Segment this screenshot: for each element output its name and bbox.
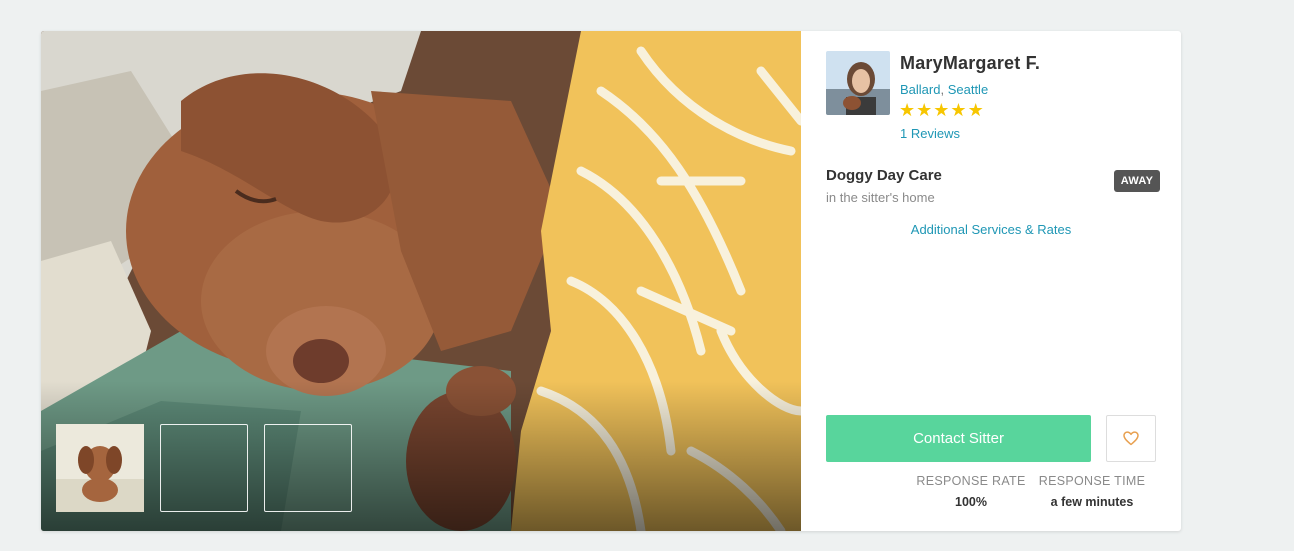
location-separator: , bbox=[940, 82, 948, 97]
contact-sitter-button[interactable]: Contact Sitter bbox=[826, 415, 1091, 462]
status-badge: AWAY bbox=[1114, 170, 1160, 192]
star-icon: ★ bbox=[899, 100, 916, 120]
additional-services-link[interactable]: Additional Services & Rates bbox=[801, 222, 1181, 237]
response-time-stat: RESPONSE TIME a few minutes bbox=[1032, 474, 1152, 509]
heart-outline-icon bbox=[1123, 431, 1139, 446]
star-icon: ★ bbox=[916, 100, 933, 120]
avatar[interactable] bbox=[826, 51, 890, 115]
sitter-avatar-photo bbox=[826, 51, 890, 115]
star-icon: ★ bbox=[967, 100, 984, 120]
service-title: Doggy Day Care bbox=[826, 167, 942, 184]
response-rate-stat: RESPONSE RATE 100% bbox=[911, 474, 1031, 509]
response-rate-label: RESPONSE RATE bbox=[916, 474, 1026, 488]
response-time-label: RESPONSE TIME bbox=[1038, 474, 1146, 488]
response-rate-value: 100% bbox=[955, 495, 987, 509]
thumbnail-dog-on-couch[interactable] bbox=[56, 424, 248, 512]
response-time-value: a few minutes bbox=[1050, 495, 1134, 509]
hero-photo[interactable] bbox=[41, 31, 801, 531]
sitter-card: MaryMargaret F. Ballard, Seattle ★ ★ ★ ★… bbox=[41, 31, 1181, 531]
thumbnail-dog-on-bed[interactable] bbox=[56, 424, 352, 512]
favorite-button[interactable] bbox=[1106, 415, 1156, 462]
rating-stars: ★ ★ ★ ★ ★ bbox=[899, 100, 985, 120]
reviews-link[interactable]: 1 Reviews bbox=[900, 126, 960, 141]
service-subtitle: in the sitter's home bbox=[826, 190, 935, 205]
city-link[interactable]: Seattle bbox=[948, 82, 988, 97]
sitter-name: MaryMargaret F. bbox=[900, 53, 1041, 73]
sitter-info-panel: MaryMargaret F. Ballard, Seattle ★ ★ ★ ★… bbox=[801, 31, 1181, 531]
star-icon: ★ bbox=[933, 100, 950, 120]
sitter-location: Ballard, Seattle bbox=[900, 82, 988, 97]
neighborhood-link[interactable]: Ballard bbox=[900, 82, 940, 97]
photo-thumbnails bbox=[56, 424, 368, 512]
star-icon: ★ bbox=[950, 100, 967, 120]
